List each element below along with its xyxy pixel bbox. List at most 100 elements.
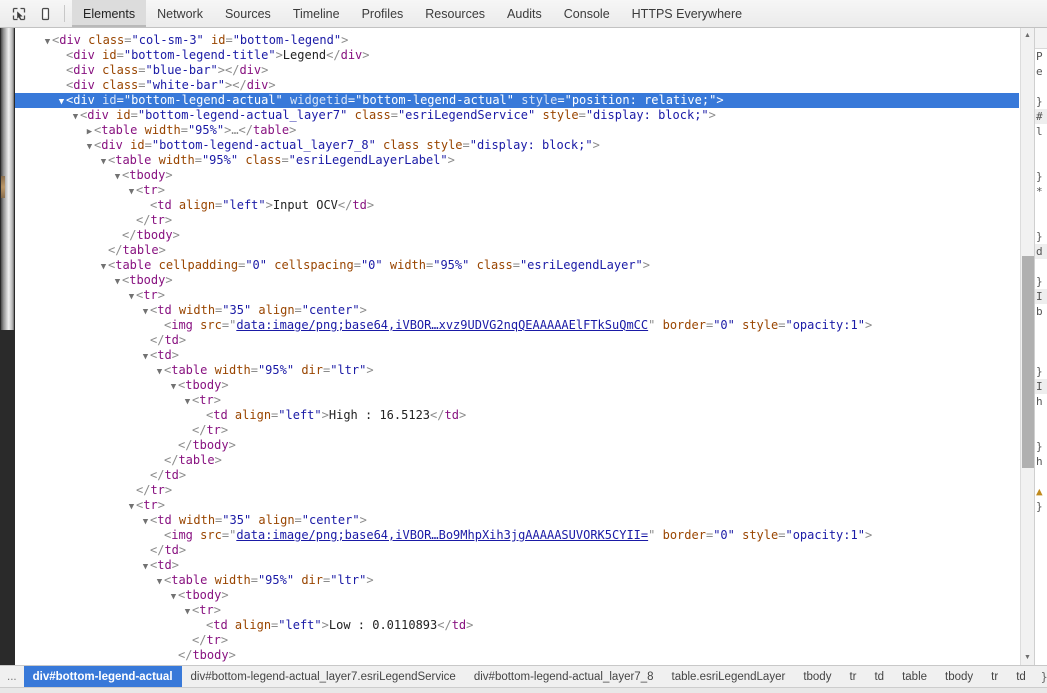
breadcrumb-item[interactable]: tr [982, 666, 1007, 687]
breadcrumb-item[interactable]: td [865, 666, 893, 687]
breadcrumb-item[interactable]: td [1007, 666, 1035, 687]
token-link[interactable]: data:image/png;base64,iVBOR…xvz9UDVG2nqQ… [236, 318, 648, 332]
dom-node-row[interactable]: ▼ <div id="bottom-legend-actual_layer7_8"… [15, 138, 1019, 153]
breadcrumb-item[interactable]: table [893, 666, 936, 687]
dom-node-row[interactable]: ▼ <td width="35" align="center"> [15, 303, 1019, 318]
token-punct: = [353, 258, 361, 272]
breadcrumb-tail-brace: } [1035, 666, 1047, 687]
scroll-down-arrow-icon[interactable]: ▼ [1021, 651, 1034, 664]
tab-https-everywhere[interactable]: HTTPS Everywhere [621, 0, 753, 27]
token-attr: align [258, 513, 295, 527]
token-link[interactable]: data:image/png;base64,iVBOR…Bo9MhpXih3jg… [236, 528, 648, 542]
dom-node-row[interactable]: ▼ <td> [15, 558, 1019, 573]
dom-node-row[interactable]: ▼ <div class="col-sm-3" id="bottom-legend… [15, 33, 1019, 48]
inspect-cursor-icon[interactable] [6, 0, 32, 27]
dom-node-row[interactable]: ▼<div class="white-bar"></div> [15, 78, 1019, 93]
dom-node-row[interactable]: ▼ <div id="bottom-legend-actual_layer7" c… [15, 108, 1019, 123]
styles-pane[interactable]: Pe} # l} *} d} Ib} Ih} h ▲} [1034, 28, 1047, 665]
dom-node-row[interactable]: ▶ <table width="95%">…</table> [15, 123, 1019, 138]
dom-node-row[interactable]: ▼</td> [15, 333, 1019, 348]
token-tag: tbody [192, 438, 229, 452]
dom-node-row-selected[interactable]: ▼ <div id="bottom-legend-actual" widgetid… [15, 93, 1019, 108]
tab-network[interactable]: Network [146, 0, 214, 27]
style-rule-line [1035, 79, 1047, 94]
token-tag: td [451, 618, 467, 632]
tab-sources[interactable]: Sources [214, 0, 282, 27]
device-toggle-icon[interactable] [32, 0, 58, 27]
dom-node-row[interactable]: ▼</tr> [15, 423, 1019, 438]
dom-node-row[interactable]: ▼</table> [15, 243, 1019, 258]
dom-node-row[interactable]: ▼</tr> [15, 213, 1019, 228]
token-val: "left" [278, 408, 322, 422]
elements-tree-scrollbar[interactable]: ▲ ▼ [1020, 28, 1034, 665]
token-punct: </ [192, 423, 207, 437]
dom-node-row[interactable]: ▼ <tbody> [15, 378, 1019, 393]
dom-node-row[interactable]: ▼<img src="data:image/png;base64,iVBOR…B… [15, 528, 1019, 543]
breadcrumb-item[interactable]: div#bottom-legend-actual [23, 666, 182, 687]
page-scrollbar-thumb[interactable] [1, 28, 14, 330]
token-val: "bottom-legend-actual" [355, 93, 515, 107]
dom-node-row[interactable]: ▼ <tbody> [15, 588, 1019, 603]
tab-audits[interactable]: Audits [496, 0, 553, 27]
dom-node-row[interactable]: ▼</tr> [15, 633, 1019, 648]
dom-node-row[interactable]: ▼ <tr> [15, 498, 1019, 513]
breadcrumb-item[interactable]: div#bottom-legend-actual_layer7.esriLege… [182, 666, 465, 687]
breadcrumb-item[interactable]: tbody [794, 666, 840, 687]
token-punct: </ [430, 408, 445, 422]
breadcrumb-item[interactable]: div#bottom-legend-actual_layer7_8 [465, 666, 663, 687]
dom-node-row[interactable]: ▼<td align="left">High : 16.5123</td> [15, 408, 1019, 423]
token-val: "0" [245, 258, 267, 272]
elements-tree-pane[interactable]: ▼ <div class="col-sm-3" id="bottom-legend… [15, 28, 1019, 665]
style-rule-line: } [1036, 95, 1043, 108]
token-sp [151, 153, 158, 167]
token-tag: div [246, 78, 269, 92]
tab-console[interactable]: Console [553, 0, 621, 27]
dom-node-row[interactable]: ▼ <td> [15, 348, 1019, 363]
breadcrumb-overflow[interactable]: ... [0, 666, 24, 687]
dom-node-row[interactable]: ▼ <tbody> [15, 273, 1019, 288]
dom-node-row[interactable]: ▼</tbody> [15, 648, 1019, 663]
dom-node-row[interactable]: ▼</td> [15, 543, 1019, 558]
breadcrumb-item[interactable]: tr [840, 666, 865, 687]
tab-resources[interactable]: Resources [414, 0, 496, 27]
dom-node-row[interactable]: ▼ <tr> [15, 603, 1019, 618]
token-punct: > [213, 603, 221, 617]
dom-node-row[interactable]: ▼</tr> [15, 483, 1019, 498]
dom-node-row[interactable]: ▼<td align="left">Low : 0.0110893</td> [15, 618, 1019, 633]
dom-node-row[interactable]: ▼ <table cellpadding="0" cellspacing="0" … [15, 258, 1019, 273]
token-text: Low : 0.0110893 [328, 618, 438, 632]
dom-node-row[interactable]: ▼<div class="blue-bar"></div> [15, 63, 1019, 78]
dom-node-row[interactable]: ▼ <tr> [15, 393, 1019, 408]
token-tag: table [115, 258, 152, 272]
dom-node-row[interactable]: ▼</tbody> [15, 438, 1019, 453]
tab-profiles[interactable]: Profiles [351, 0, 415, 27]
dom-node-row[interactable]: ▼ <table width="95%" dir="ltr"> [15, 573, 1019, 588]
style-rule-line [1035, 334, 1047, 349]
dom-node-row[interactable]: ▼ <table width="95%" dir="ltr"> [15, 363, 1019, 378]
dom-node-row[interactable]: ▼<img src="data:image/png;base64,iVBOR…x… [15, 318, 1019, 333]
dom-node-row[interactable]: ▼</tbody> [15, 228, 1019, 243]
style-rule-line: } [1036, 440, 1043, 453]
dom-node-row[interactable]: ▼ <tbody> [15, 168, 1019, 183]
dom-node-row[interactable]: ▼ <tr> [15, 288, 1019, 303]
style-rule-line [1035, 349, 1047, 364]
scroll-up-arrow-icon[interactable]: ▲ [1021, 29, 1034, 42]
dom-node-row[interactable]: ▼<td align="left">Input OCV</td> [15, 198, 1019, 213]
page-scrollbar-left[interactable] [0, 28, 15, 665]
dom-node-row[interactable]: ▼</table> [15, 453, 1019, 468]
elements-tree-scroll-thumb[interactable] [1022, 256, 1034, 468]
dom-node-row[interactable]: ▼<div id="bottom-legend-title">Legend</d… [15, 48, 1019, 63]
dom-node-row[interactable]: ▼ <tr> [15, 183, 1019, 198]
dom-node-row[interactable]: ▼ <td width="35" align="center"> [15, 513, 1019, 528]
token-punct: > [220, 633, 229, 647]
breadcrumb-item[interactable]: table.esriLegendLayer [663, 666, 795, 687]
tab-timeline[interactable]: Timeline [282, 0, 351, 27]
token-tag: tbody [185, 378, 222, 392]
style-rule-line [1035, 199, 1047, 214]
tab-elements[interactable]: Elements [72, 0, 147, 27]
token-punct: > [268, 78, 276, 92]
breadcrumb-item[interactable]: tbody [936, 666, 982, 687]
dom-node-row[interactable]: ▼ <table width="95%" class="esriLegendLay… [15, 153, 1019, 168]
token-sp [347, 108, 354, 122]
dom-node-row[interactable]: ▼</td> [15, 468, 1019, 483]
